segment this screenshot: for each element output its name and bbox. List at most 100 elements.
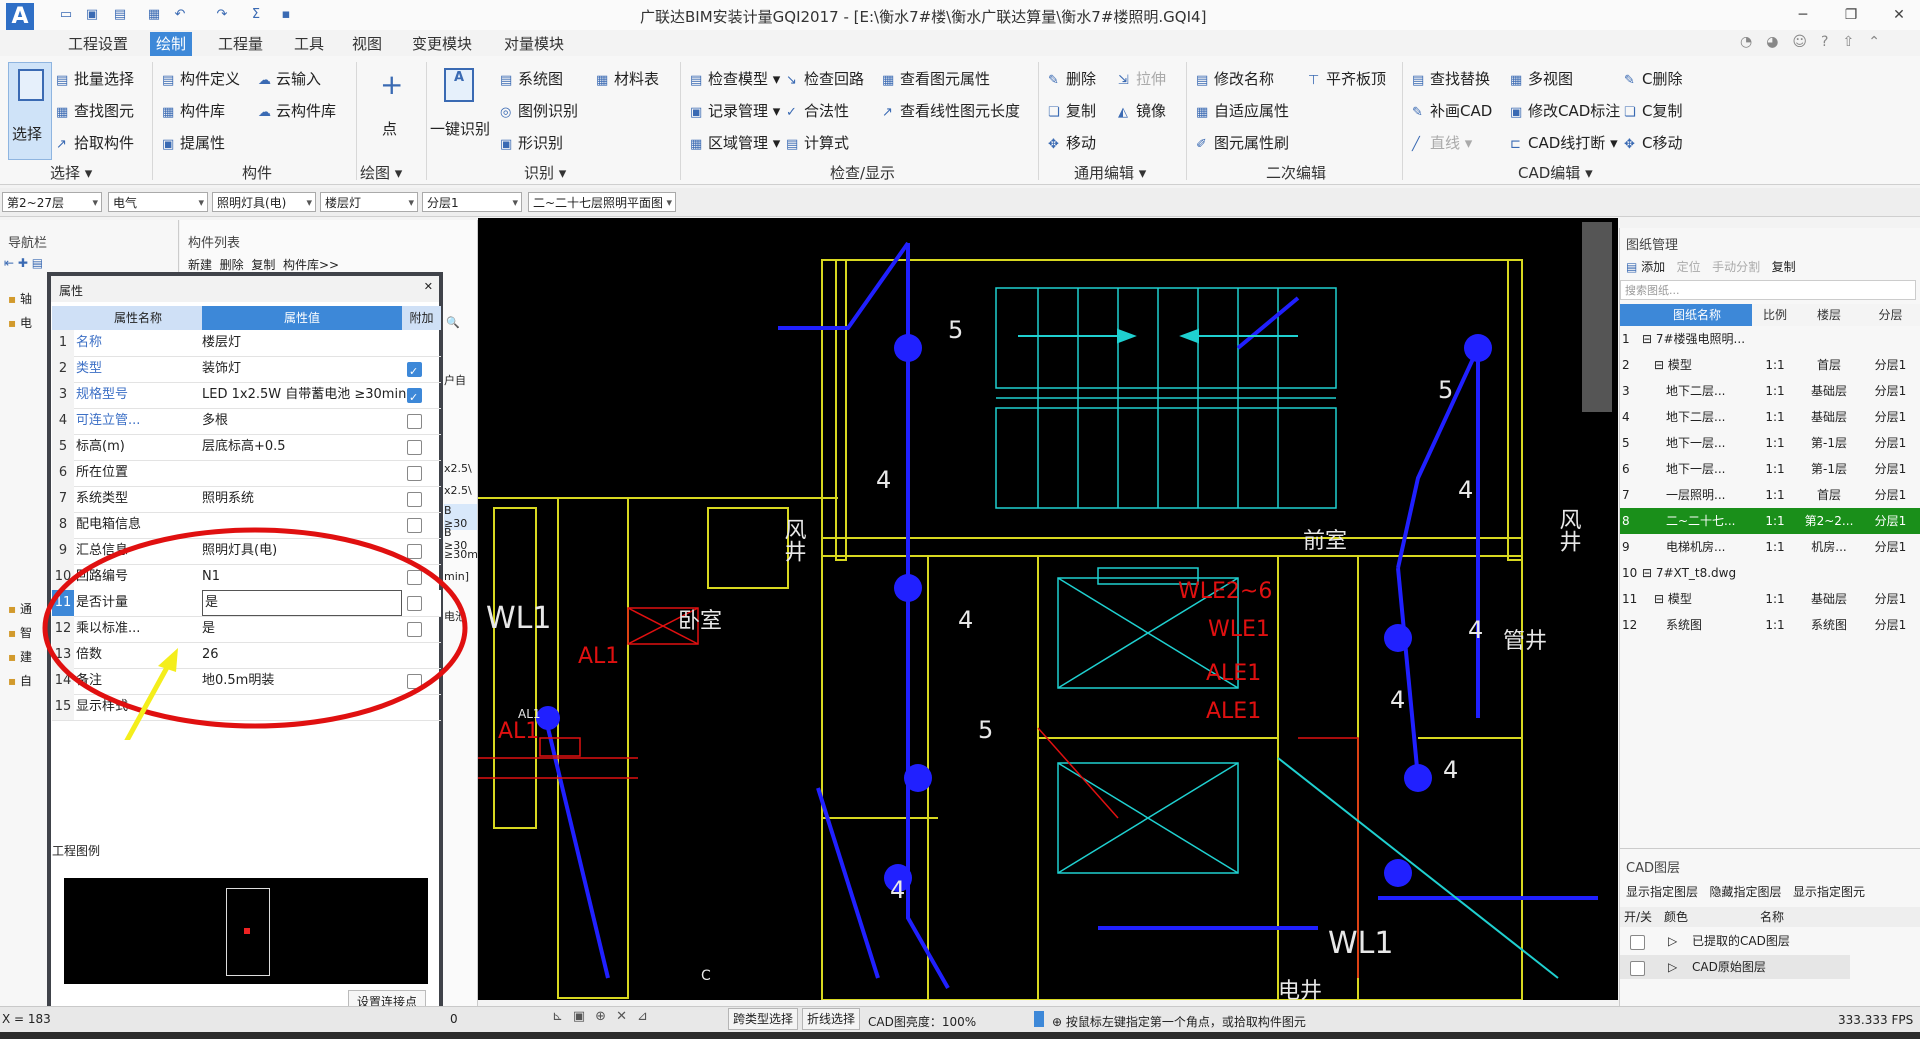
cross-type-select-button[interactable]: 跨类型选择	[728, 1008, 799, 1030]
checkbox-icon[interactable]	[407, 414, 422, 429]
point-button[interactable]: + 点	[370, 64, 416, 160]
drawing-select[interactable]: 二~二十七层照明平面图	[528, 192, 676, 213]
property-row[interactable]: 7 系统类型 照明系统	[52, 486, 441, 513]
tab-change-module[interactable]: 变更模块	[406, 32, 478, 56]
one-key-identify-button[interactable]: A 一键识别	[430, 64, 494, 160]
cad-layer-row[interactable]: ▷ CAD原始图层	[1620, 955, 1850, 979]
nav-item[interactable]: ▪ 自	[8, 672, 32, 689]
expand-icon[interactable]: ▷	[1668, 929, 1677, 953]
pick-component-button[interactable]: ↗ 拾取构件	[56, 132, 134, 153]
c-move-button[interactable]: ✥ C移动	[1624, 132, 1682, 153]
drawing-row[interactable]: 7 一层照明... 1:1 首层 分层1	[1620, 482, 1920, 508]
close-button[interactable]: ✕	[1884, 4, 1914, 26]
discipline-select[interactable]: 电气	[108, 192, 208, 213]
nav-item[interactable]: ▪ 轴	[8, 290, 32, 307]
checkbox-icon[interactable]	[407, 388, 422, 403]
drawing-row[interactable]: 6 地下一层... 1:1 第-1层 分层1	[1620, 456, 1920, 482]
drawing-row[interactable]: 11 ⊟ 模型 1:1 基础层 分层1	[1620, 586, 1920, 612]
nav-item[interactable]: ▪ 通	[8, 600, 32, 617]
shape-identify-button[interactable]: ▣ 形识别	[500, 132, 563, 153]
save-icon[interactable]: ▦	[146, 7, 162, 23]
component-toolbar[interactable]: 新建 删除 复制 构件库>>	[188, 256, 339, 273]
polyline-select-button[interactable]: 折线选择	[802, 1008, 861, 1030]
attach-checkbox[interactable]	[407, 486, 427, 512]
record-management-button[interactable]: ▣ 记录管理 ▾	[690, 100, 780, 121]
component-define-button[interactable]: ▤ 构件定义	[162, 68, 240, 89]
move-button[interactable]: ✥ 移动	[1048, 132, 1096, 153]
attach-checkbox[interactable]	[407, 382, 427, 408]
group-select-label[interactable]: 选择 ▾	[50, 162, 92, 183]
nav-item[interactable]: ▪ 电	[8, 314, 32, 331]
drawing-row[interactable]: 9 电梯机房... 1:1 机房... 分层1	[1620, 534, 1920, 560]
close-icon[interactable]: ✕	[424, 280, 433, 293]
c-copy-button[interactable]: ❏ C复制	[1624, 100, 1682, 121]
group-draw-label[interactable]: 绘图 ▾	[360, 162, 402, 183]
view-toolbar[interactable]	[1582, 222, 1612, 412]
drawing-toolbar[interactable]: ▤ 添加 定位 手动分割 复制	[1626, 258, 1796, 275]
save-disk-icon[interactable]: ▪	[278, 7, 294, 23]
list-search-icon[interactable]: 🔍	[446, 316, 460, 329]
property-row[interactable]: 6 所在位置	[52, 460, 441, 487]
mirror-button[interactable]: ◭ 镜像	[1118, 100, 1166, 121]
rename-button[interactable]: ▤ 修改名称	[1196, 68, 1274, 89]
tab-project-settings[interactable]: 工程设置	[62, 32, 134, 56]
minimize-button[interactable]: ─	[1788, 4, 1818, 26]
nav-toolbar-icons[interactable]: ⇤ ✚ ▤	[4, 256, 43, 270]
group-edit-label[interactable]: 通用编辑 ▾	[1074, 162, 1146, 183]
layer-toggle[interactable]	[1630, 961, 1645, 976]
open-file-icon[interactable]: ▣	[84, 7, 100, 23]
cad-canvas[interactable]: 5 4 4 5 4 5 4 4 4 4 风井 风井 前室 卧室 管井 电井 WL…	[478, 218, 1618, 1000]
drawing-row[interactable]: 4 地下二层... 1:1 基础层 分层1	[1620, 404, 1920, 430]
snap-tool-icons[interactable]: ⊾▣⊕✕⊿	[552, 1009, 658, 1024]
cloud-input-button[interactable]: ☁ 云输入	[258, 68, 321, 89]
floor-plan[interactable]: 5 4 4 5 4 5 4 4 4 4 风井 风井 前室 卧室 管井 电井 WL…	[478, 218, 1618, 1000]
modify-cad-label-button[interactable]: ▣ 修改CAD标注	[1510, 100, 1620, 121]
drawing-row[interactable]: 3 地下二层... 1:1 基础层 分层1	[1620, 378, 1920, 404]
view-linear-length-button[interactable]: ↗ 查看线性图元长度	[882, 100, 1020, 121]
tab-reconcile-module[interactable]: 对量模块	[498, 32, 570, 56]
legality-button[interactable]: ✓ 合法性	[786, 100, 849, 121]
restore-button[interactable]: ❐	[1836, 4, 1866, 26]
check-model-button[interactable]: ▤ 检查模型 ▾	[690, 68, 780, 89]
adaptive-property-button[interactable]: ▦ 自适应属性	[1196, 100, 1289, 121]
checkbox-icon[interactable]	[407, 440, 422, 455]
checkbox-icon[interactable]	[407, 362, 422, 377]
view-element-property-button[interactable]: ▦ 查看图元属性	[882, 68, 990, 89]
select-button[interactable]: 选择	[8, 62, 52, 160]
new-file-icon[interactable]: ▭	[58, 7, 74, 23]
user-icons[interactable]: ◔◕☺?⇧⌃	[1740, 34, 1894, 50]
find-element-button[interactable]: ▦ 查找图元	[56, 100, 134, 121]
nav-item[interactable]: ▪ 智	[8, 624, 32, 641]
floor-select[interactable]: 第2~27层	[2, 192, 102, 213]
legend-identify-button[interactable]: ◎ 图例识别	[500, 100, 578, 121]
drawing-search-input[interactable]: 搜索图纸...	[1620, 280, 1916, 300]
extract-property-button[interactable]: ▣ 提属性	[162, 132, 225, 153]
layer-toggle[interactable]	[1630, 935, 1645, 950]
component-select[interactable]: 楼层灯	[320, 192, 418, 213]
property-row[interactable]: 4 可连立管... 多根	[52, 408, 441, 435]
area-management-button[interactable]: ▦ 区域管理 ▾	[690, 132, 780, 153]
line-button[interactable]: ╱ 直线 ▾	[1412, 132, 1472, 153]
nav-item[interactable]: ▪ 建	[8, 648, 32, 665]
property-row[interactable]: 3 规格型号 LED 1x2.5W 自带蓄电池 ≥30min	[52, 382, 441, 409]
expand-icon[interactable]: ▷	[1668, 955, 1677, 979]
c-delete-button[interactable]: ✎ C删除	[1624, 68, 1682, 89]
checkbox-icon[interactable]	[407, 492, 422, 507]
cad-layer-row[interactable]: ▷ 已提取的CAD图层	[1620, 929, 1920, 953]
drawing-row[interactable]: 10 ⊟ 7#XT_t8.dwg	[1620, 560, 1920, 586]
tab-view[interactable]: 视图	[346, 32, 388, 56]
undo-icon[interactable]: ↶	[172, 7, 188, 23]
drawing-row[interactable]: 8 二~二十七... 1:1 第2~2... 分层1	[1620, 508, 1920, 534]
system-diagram-button[interactable]: ▤ 系统图	[500, 68, 563, 89]
drawing-row[interactable]: 2 ⊟ 模型 1:1 首层 分层1	[1620, 352, 1920, 378]
batch-select-button[interactable]: ▤ 批量选择	[56, 68, 134, 89]
copy-button[interactable]: ❏ 复制	[1048, 100, 1096, 121]
redraw-cad-button[interactable]: ✎ 补画CAD	[1412, 100, 1492, 121]
brightness-slider[interactable]	[1034, 1011, 1044, 1027]
attach-checkbox[interactable]	[407, 460, 427, 486]
attach-checkbox[interactable]	[407, 356, 427, 382]
property-row[interactable]: 1 名称 楼层灯	[52, 330, 441, 357]
drawing-row[interactable]: 5 地下一层... 1:1 第-1层 分层1	[1620, 430, 1920, 456]
find-replace-button[interactable]: ▤ 查找替换	[1412, 68, 1490, 89]
delete-button[interactable]: ✎ 删除	[1048, 68, 1096, 89]
